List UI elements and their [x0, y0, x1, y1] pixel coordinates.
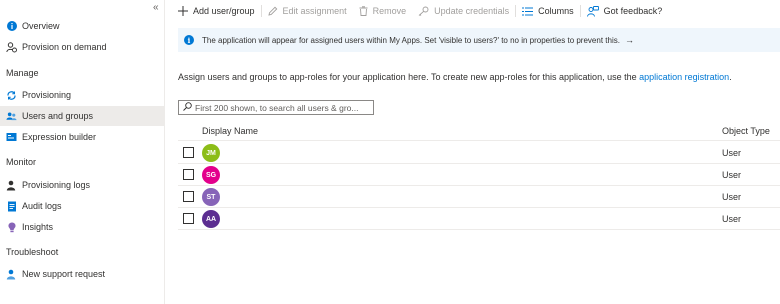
- sidebar-item-label: Users and groups: [22, 111, 94, 121]
- info-banner: i The application will appear for assign…: [178, 28, 780, 52]
- lightbulb-icon: [6, 222, 17, 233]
- banner-text: The application will appear for assigned…: [202, 35, 620, 45]
- table-row[interactable]: SG User: [178, 164, 780, 186]
- avatar: SG: [202, 166, 220, 184]
- table-row[interactable]: ST User: [178, 186, 780, 208]
- section-heading-manage: Manage: [6, 68, 39, 78]
- application-registration-link[interactable]: application registration: [639, 72, 729, 82]
- avatar: JM: [202, 144, 220, 162]
- search-icon: [183, 102, 192, 113]
- table-row[interactable]: JM User: [178, 142, 780, 164]
- update-credentials-label: Update credentials: [434, 6, 510, 16]
- sidebar-item-label: Insights: [22, 222, 54, 232]
- sidebar-item-insights[interactable]: Insights: [0, 217, 165, 237]
- object-type-cell: User: [722, 214, 742, 224]
- column-header-object-type[interactable]: Object Type: [722, 126, 770, 136]
- trash-icon: [359, 6, 368, 16]
- sidebar-item-audit-logs[interactable]: Audit logs: [0, 196, 165, 216]
- edit-assignment-button[interactable]: Edit assignment: [262, 0, 353, 22]
- feedback-button[interactable]: Got feedback?: [581, 0, 669, 22]
- sidebar-item-label: Audit logs: [22, 201, 62, 211]
- add-user-group-button[interactable]: Add user/group: [172, 0, 261, 22]
- collapse-sidebar-icon[interactable]: «: [153, 2, 159, 13]
- section-heading-monitor: Monitor: [6, 157, 37, 167]
- sidebar: « Overview Provision on demand Manage Pr…: [0, 0, 165, 304]
- row-checkbox[interactable]: [183, 147, 194, 158]
- key-icon: [418, 6, 429, 16]
- info-icon: i: [184, 35, 194, 45]
- sidebar-item-provisioning[interactable]: Provisioning: [0, 85, 165, 105]
- sidebar-item-label: Expression builder: [22, 132, 97, 142]
- main-content: Add user/group Edit assignment Remove Up…: [172, 0, 780, 304]
- columns-icon: [522, 7, 534, 16]
- update-credentials-button[interactable]: Update credentials: [412, 0, 515, 22]
- add-user-group-label: Add user/group: [193, 6, 255, 16]
- avatar: AA: [202, 210, 220, 228]
- sidebar-item-expression-builder[interactable]: Expression builder: [0, 127, 165, 147]
- arrow-right-icon[interactable]: →: [625, 35, 634, 45]
- row-checkbox[interactable]: [183, 191, 194, 202]
- description-body: Assign users and groups to app-roles for…: [178, 72, 637, 82]
- sidebar-item-label: Provisioning: [22, 90, 72, 100]
- description-suffix: .: [729, 72, 732, 82]
- sidebar-item-label: Overview: [22, 21, 60, 31]
- remove-label: Remove: [372, 6, 407, 16]
- sidebar-item-label: Provision on demand: [22, 42, 107, 52]
- sidebar-item-provisioning-logs[interactable]: Provisioning logs: [0, 175, 165, 195]
- person-log-icon: [6, 180, 17, 191]
- expression-icon: [6, 132, 17, 143]
- edit-assignment-label: Edit assignment: [282, 6, 347, 16]
- sync-icon: [6, 90, 17, 101]
- users-icon: [6, 111, 17, 122]
- sidebar-item-provision-on-demand[interactable]: Provision on demand: [0, 37, 165, 57]
- table-row[interactable]: AA User: [178, 208, 780, 230]
- object-type-cell: User: [722, 170, 742, 180]
- section-heading-troubleshoot: Troubleshoot: [6, 247, 59, 257]
- sidebar-item-new-support-request[interactable]: New support request: [0, 264, 165, 284]
- sidebar-item-label: Provisioning logs: [22, 180, 91, 190]
- audit-log-icon: [6, 201, 17, 212]
- description-text: Assign users and groups to app-roles for…: [178, 72, 732, 82]
- row-checkbox[interactable]: [183, 169, 194, 180]
- remove-button[interactable]: Remove: [353, 0, 413, 22]
- object-type-cell: User: [722, 192, 742, 202]
- support-person-icon: [6, 269, 17, 280]
- row-checkbox[interactable]: [183, 213, 194, 224]
- plus-icon: [178, 6, 188, 16]
- sidebar-item-users-and-groups[interactable]: Users and groups: [0, 106, 165, 126]
- person-provision-icon: [6, 41, 17, 53]
- columns-button[interactable]: Columns: [516, 0, 580, 22]
- sidebar-item-overview[interactable]: Overview: [0, 16, 165, 36]
- table-header-divider: [178, 140, 780, 141]
- avatar: ST: [202, 188, 220, 206]
- info-icon: [6, 21, 17, 32]
- search-input[interactable]: [195, 102, 373, 113]
- object-type-cell: User: [722, 148, 742, 158]
- column-header-display-name[interactable]: Display Name: [202, 126, 258, 136]
- command-bar: Add user/group Edit assignment Remove Up…: [172, 0, 780, 22]
- pencil-icon: [267, 6, 278, 16]
- search-box[interactable]: [178, 100, 374, 115]
- sidebar-item-label: New support request: [22, 269, 106, 279]
- columns-label: Columns: [538, 6, 574, 16]
- feedback-person-icon: [586, 5, 599, 17]
- feedback-label: Got feedback?: [603, 6, 663, 16]
